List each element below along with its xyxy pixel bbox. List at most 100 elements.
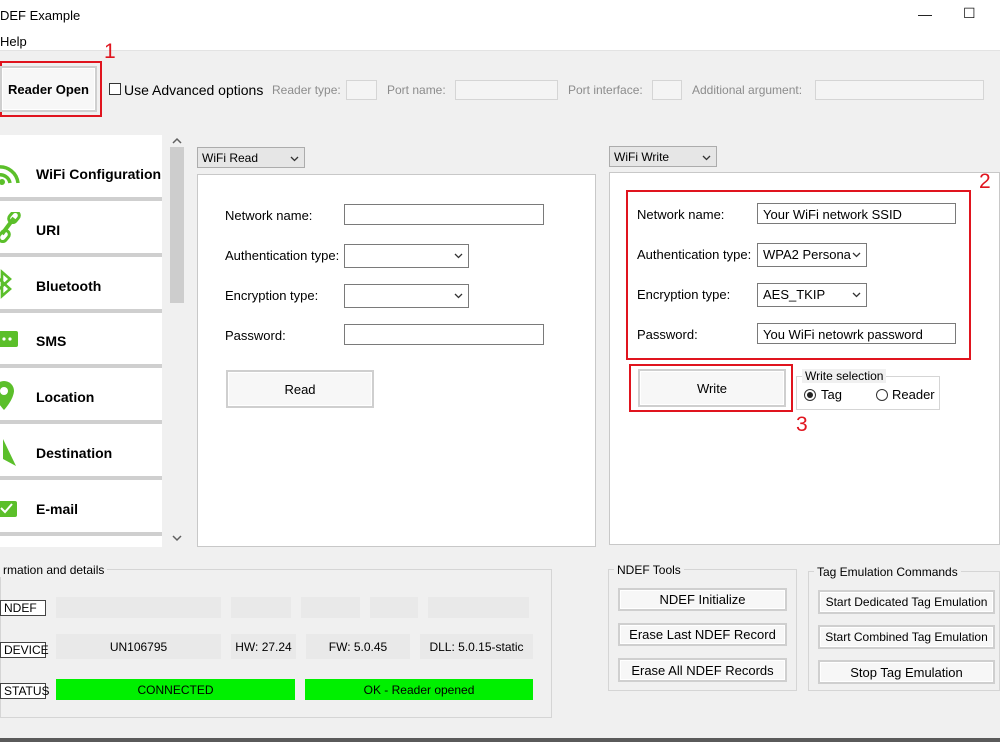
navigation-icon (3, 439, 16, 466)
chevron-down-icon (702, 155, 711, 161)
minimize-button[interactable]: — (918, 6, 932, 22)
window-bottom-edge (0, 738, 1000, 742)
read-network-name-input[interactable] (344, 204, 544, 225)
ndef-field-2 (231, 597, 291, 618)
connection-status: CONNECTED (56, 679, 295, 700)
erase-all-ndef-button[interactable]: Erase All NDEF Records (618, 658, 787, 682)
read-auth-type-select[interactable] (344, 244, 469, 268)
sidebar-item-location[interactable]: Location (0, 371, 162, 424)
chevron-down-icon (290, 156, 299, 162)
tag-emulation-title: Tag Emulation Commands (814, 565, 961, 579)
reader-open-button[interactable]: Reader Open (0, 66, 97, 112)
sidebar-item-label: Location (36, 389, 95, 405)
sidebar-separator (0, 420, 162, 424)
ndef-field-3 (301, 597, 360, 618)
device-hw: HW: 27.24 (231, 634, 296, 659)
radio-tag[interactable] (804, 389, 816, 401)
write-mode-value: WiFi Write (614, 150, 670, 164)
read-password-input[interactable] (344, 324, 544, 345)
sidebar-item-label: Bluetooth (36, 278, 102, 294)
sidebar-item-label: SMS (36, 333, 67, 349)
reader-type-input (346, 80, 377, 100)
chevron-down-icon (852, 292, 861, 298)
read-auth-type-label: Authentication type: (225, 248, 340, 263)
sidebar-item-label: URI (36, 222, 61, 238)
device-fw: FW: 5.0.45 (306, 634, 410, 659)
write-network-name-input[interactable]: Your WiFi network SSID (757, 203, 956, 224)
ndef-field-1 (56, 597, 221, 618)
write-encryption-type-value: AES_TKIP (763, 287, 826, 302)
menu-bar (0, 30, 1000, 51)
device-dll: DLL: 5.0.15-static (420, 634, 533, 659)
status-label: STATUS (0, 683, 50, 699)
ndef-label: NDEF (0, 600, 46, 616)
sidebar-item-uri[interactable]: URI (0, 204, 162, 257)
radio-reader-label: Reader (892, 387, 935, 402)
sidebar-separator (0, 253, 162, 257)
sidebar-item-email[interactable]: E-mail (0, 483, 162, 536)
ndef-initialize-button[interactable]: NDEF Initialize (618, 588, 787, 611)
additional-argument-label: Additional argument: (692, 83, 803, 97)
write-password-input[interactable]: You WiFi netowrk password (757, 323, 956, 344)
reader-status: OK - Reader opened (305, 679, 533, 700)
annotation-3: 3 (796, 413, 808, 436)
port-interface-input (652, 80, 682, 100)
sidebar-item-label: Destination (36, 445, 113, 461)
write-auth-type-select[interactable]: WPA2 Persona (757, 243, 867, 267)
link-icon (0, 212, 21, 244)
sidebar-item-label: WiFi Configuration (36, 166, 162, 182)
sidebar-scrollbar-thumb[interactable] (170, 147, 184, 303)
write-encryption-type-select[interactable]: AES_TKIP (757, 283, 867, 307)
chevron-down-icon (454, 253, 463, 259)
sms-icon (0, 331, 18, 347)
write-encryption-type-label: Encryption type: (637, 287, 731, 302)
write-auth-type-value: WPA2 Persona (763, 247, 851, 262)
read-encryption-type-select[interactable] (344, 284, 469, 308)
write-selection-title: Write selection (802, 369, 887, 383)
sidebar-separator (0, 532, 162, 536)
erase-last-ndef-button[interactable]: Erase Last NDEF Record (618, 623, 787, 646)
sidebar-separator (0, 364, 162, 368)
ndef-field-4 (370, 597, 418, 618)
read-button[interactable]: Read (226, 370, 374, 408)
radio-tag-label: Tag (821, 387, 842, 402)
title-bar (0, 0, 1000, 30)
radio-reader[interactable] (876, 389, 888, 401)
write-password-label: Password: (637, 327, 698, 342)
start-combined-tag-emulation-button[interactable]: Start Combined Tag Emulation (818, 625, 995, 649)
menu-help[interactable]: Help (0, 34, 27, 49)
maximize-button[interactable]: ☐ (963, 5, 976, 22)
ndef-tools-title: NDEF Tools (614, 563, 684, 577)
sidebar-item-bluetooth[interactable]: Bluetooth (0, 260, 162, 313)
chevron-down-icon (851, 249, 862, 260)
advanced-options-checkbox[interactable] (109, 83, 121, 95)
sidebar-item-destination[interactable]: Destination (0, 427, 162, 480)
sidebar-separator (0, 197, 162, 201)
ndef-field-5 (428, 597, 529, 618)
port-interface-label: Port interface: (568, 83, 643, 97)
sidebar-separator (0, 476, 162, 480)
write-button[interactable]: Write (638, 369, 786, 407)
read-mode-select[interactable]: WiFi Read (197, 147, 305, 168)
window-title: DEF Example (0, 8, 81, 23)
scroll-up-icon[interactable] (171, 136, 183, 146)
advanced-options-label: Use Advanced options (124, 82, 264, 98)
sidebar-item-wifi[interactable]: WiFi Configuration (0, 148, 162, 201)
write-mode-select[interactable]: WiFi Write (609, 146, 717, 167)
read-encryption-type-label: Encryption type: (225, 288, 319, 303)
start-dedicated-tag-emulation-button[interactable]: Start Dedicated Tag Emulation (818, 590, 995, 614)
sidebar-item-label: E-mail (36, 501, 79, 517)
stop-tag-emulation-button[interactable]: Stop Tag Emulation (818, 660, 995, 684)
bluetooth-icon (0, 269, 12, 299)
sidebar-item-sms[interactable]: SMS (0, 315, 162, 368)
additional-argument-input (815, 80, 984, 100)
read-mode-value: WiFi Read (202, 151, 259, 165)
info-group-title: rmation and details (0, 563, 108, 577)
annotation-2: 2 (979, 170, 991, 193)
write-auth-type-label: Authentication type: (637, 247, 752, 262)
wifi-icon (0, 165, 20, 185)
sidebar-separator (0, 309, 162, 313)
read-network-name-label: Network name: (225, 208, 313, 223)
reader-type-label: Reader type: (272, 83, 341, 97)
scroll-down-icon[interactable] (171, 533, 183, 543)
